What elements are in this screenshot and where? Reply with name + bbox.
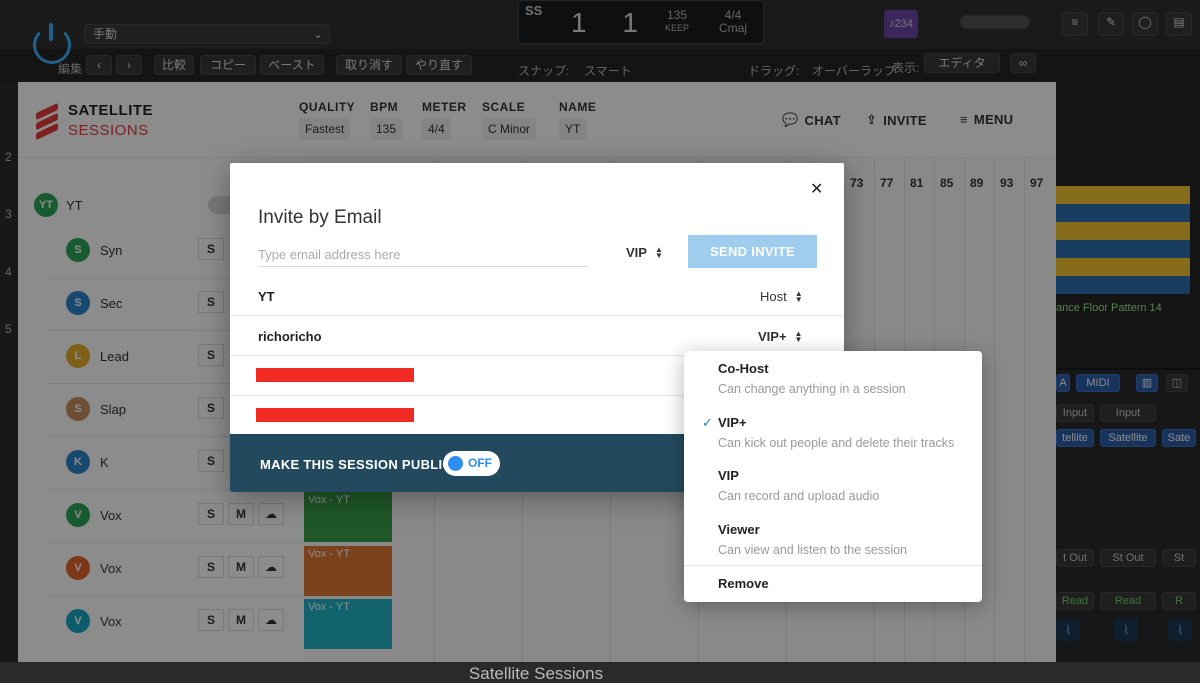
member-role-select[interactable]: Host ▲ ▼ — [760, 289, 803, 304]
updown-chevron-icon: ▲ ▼ — [794, 328, 803, 344]
role-option-vip-plus[interactable]: VIP+ Can kick out people and delete thei… — [718, 415, 954, 450]
member-name: richoricho — [258, 329, 322, 344]
member-name: YT — [258, 289, 275, 304]
updown-chevron-icon: ▲ ▼ — [654, 244, 663, 260]
checkmark-icon: ✓ — [702, 415, 713, 430]
invite-role-value: VIP — [626, 245, 647, 260]
close-icon[interactable]: ✕ — [810, 179, 823, 199]
redacted-name — [256, 368, 414, 382]
role-option-cohost[interactable]: Co-Host Can change anything in a session — [718, 361, 906, 396]
role-option-viewer[interactable]: Viewer Can view and listen to the sessio… — [718, 522, 907, 557]
remove-member-option[interactable]: Remove — [718, 576, 769, 591]
member-row: YT Host ▲ ▼ — [230, 276, 844, 316]
toggle-state: OFF — [468, 456, 492, 470]
invite-role-select[interactable]: VIP ▲ ▼ — [626, 245, 663, 260]
role-dropdown-menu: Co-Host Can change anything in a session… — [684, 351, 982, 602]
redacted-name — [256, 408, 414, 422]
email-input[interactable] — [258, 243, 588, 267]
send-invite-button[interactable]: SEND INVITE — [688, 235, 817, 268]
role-option-vip[interactable]: VIP Can record and upload audio — [718, 468, 879, 503]
toggle-knob — [448, 456, 463, 471]
modal-title: Invite by Email — [258, 207, 382, 228]
member-role-value: Host — [760, 289, 787, 304]
member-row: richoricho VIP+ ▲ ▼ — [230, 316, 844, 356]
member-role-value: VIP+ — [758, 329, 787, 344]
updown-chevron-icon: ▲ ▼ — [794, 288, 803, 304]
public-session-label: MAKE THIS SESSION PUBLIC — [260, 457, 453, 472]
public-session-toggle[interactable]: OFF — [443, 451, 500, 476]
member-role-select[interactable]: VIP+ ▲ ▼ — [758, 329, 802, 344]
window-title: Satellite Sessions — [468, 664, 604, 683]
menu-divider — [684, 565, 982, 566]
